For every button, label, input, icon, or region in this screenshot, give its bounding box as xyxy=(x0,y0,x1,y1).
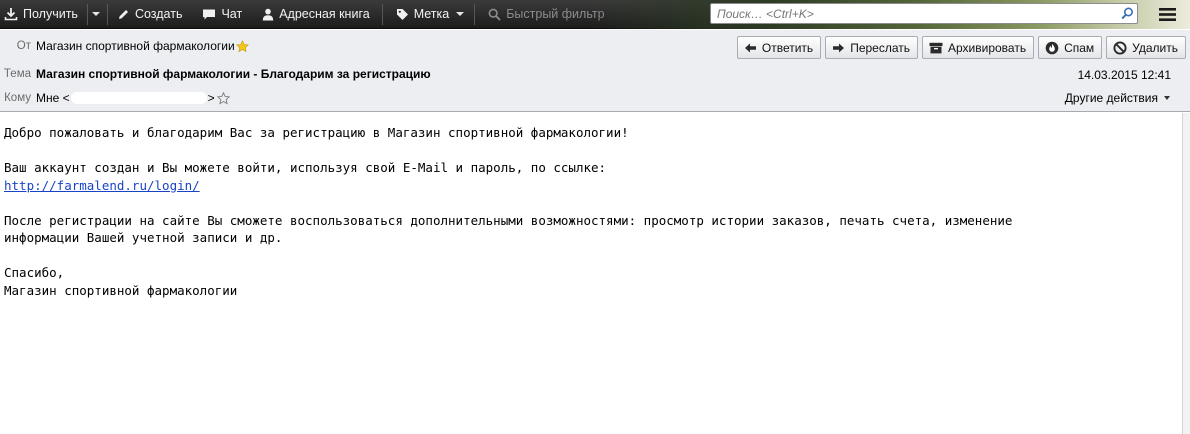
subject-label: Тема xyxy=(3,68,31,80)
to-row: Кому Мне < > xyxy=(0,88,230,108)
subject-row: Тема Магазин спортивной фармакологии - Б… xyxy=(0,64,431,84)
body-features-text-cont: информации Вашей учетной записи и др. xyxy=(4,230,283,245)
search-icon xyxy=(1120,7,1133,20)
to-suffix: > xyxy=(207,91,215,105)
pencil-icon xyxy=(118,9,128,19)
get-messages-dropdown[interactable] xyxy=(91,0,104,29)
login-link[interactable]: http://farmalend.ru/login/ xyxy=(4,178,200,193)
toolbar-separator xyxy=(474,3,476,25)
compose-label: Создать xyxy=(134,7,183,21)
message-actions: Ответить Переслать Архивировать Спам Уда… xyxy=(736,36,1186,59)
from-row: От Магазин спортивной фармакологии xyxy=(0,36,249,56)
archive-button[interactable]: Архивировать xyxy=(922,36,1035,59)
tag-button[interactable]: Метка xyxy=(390,0,471,29)
search-button[interactable] xyxy=(1117,7,1137,20)
body-thanks: Спасибо, xyxy=(4,265,65,280)
spam-label: Спам xyxy=(1064,40,1095,55)
redacted-address xyxy=(70,92,207,104)
tag-label: Метка xyxy=(413,7,450,21)
toolbar-separator xyxy=(86,3,88,25)
body-account-text: Ваш аккаунт создан и Вы можете войти, ис… xyxy=(4,160,607,175)
toolbar-separator xyxy=(106,3,108,25)
archive-label: Архивировать xyxy=(948,40,1027,55)
forward-button[interactable]: Переслать xyxy=(825,36,918,59)
get-messages-button[interactable]: Получить xyxy=(0,0,84,29)
chevron-down-icon xyxy=(91,12,100,16)
app-menu-button[interactable] xyxy=(1144,1,1190,28)
to-label: Кому xyxy=(4,92,31,104)
spam-button[interactable]: Спам xyxy=(1038,36,1103,59)
archive-box-icon xyxy=(929,42,943,53)
download-icon xyxy=(4,8,18,21)
body-features-text: После регистрации на сайте Вы сможете во… xyxy=(4,212,1013,228)
filter-icon xyxy=(488,8,501,21)
delete-button[interactable]: Удалить xyxy=(1106,36,1186,59)
subject-value: Магазин спортивной фармакологии - Благод… xyxy=(36,67,431,81)
message-header-pane: От Магазин спортивной фармакологии Тема … xyxy=(0,30,1190,112)
reply-button[interactable]: Ответить xyxy=(736,36,822,59)
message-body: Добро пожаловать и благодарим Вас за рег… xyxy=(4,124,1164,299)
delete-label: Удалить xyxy=(1132,40,1178,55)
person-icon xyxy=(263,8,274,20)
body-greeting: Добро пожаловать и благодарим Вас за рег… xyxy=(4,125,629,140)
from-value[interactable]: Магазин спортивной фармакологии xyxy=(36,39,235,53)
chevron-down-icon xyxy=(456,12,465,16)
to-prefix[interactable]: Мне < xyxy=(36,91,70,105)
address-book-label: Адресная книга xyxy=(279,7,370,21)
toolbar-separator xyxy=(381,3,383,25)
delete-circle-icon xyxy=(1113,40,1127,55)
from-label: От xyxy=(16,40,31,52)
spam-flame-icon xyxy=(1045,41,1059,54)
get-messages-label: Получить xyxy=(23,7,78,21)
reply-label: Ответить xyxy=(761,40,814,55)
message-date: 14.03.2015 12:41 xyxy=(1077,68,1171,82)
star-icon[interactable] xyxy=(216,91,230,105)
main-toolbar: Получить Создать Чат Адресная книга Метк… xyxy=(0,0,1190,29)
chat-bubble-icon xyxy=(203,9,216,19)
star-icon[interactable] xyxy=(235,39,249,53)
compose-button[interactable]: Создать xyxy=(111,0,189,29)
chat-label: Чат xyxy=(221,7,243,21)
forward-arrow-icon xyxy=(833,43,845,52)
search-input[interactable] xyxy=(717,5,1117,22)
body-signature: Магазин спортивной фармакологии xyxy=(4,282,238,298)
chevron-down-icon xyxy=(1164,96,1170,100)
forward-label: Переслать xyxy=(850,40,910,55)
search-box[interactable] xyxy=(710,3,1138,24)
other-actions-button[interactable]: Другие действия xyxy=(1065,91,1170,105)
address-book-button[interactable]: Адресная книга xyxy=(256,0,375,29)
scrollbar-track[interactable] xyxy=(1182,113,1190,434)
reply-arrow-icon xyxy=(744,43,756,52)
tag-icon xyxy=(396,8,408,20)
hamburger-menu-icon xyxy=(1158,8,1176,21)
chat-button[interactable]: Чат xyxy=(196,0,248,29)
other-actions-label: Другие действия xyxy=(1064,91,1158,105)
